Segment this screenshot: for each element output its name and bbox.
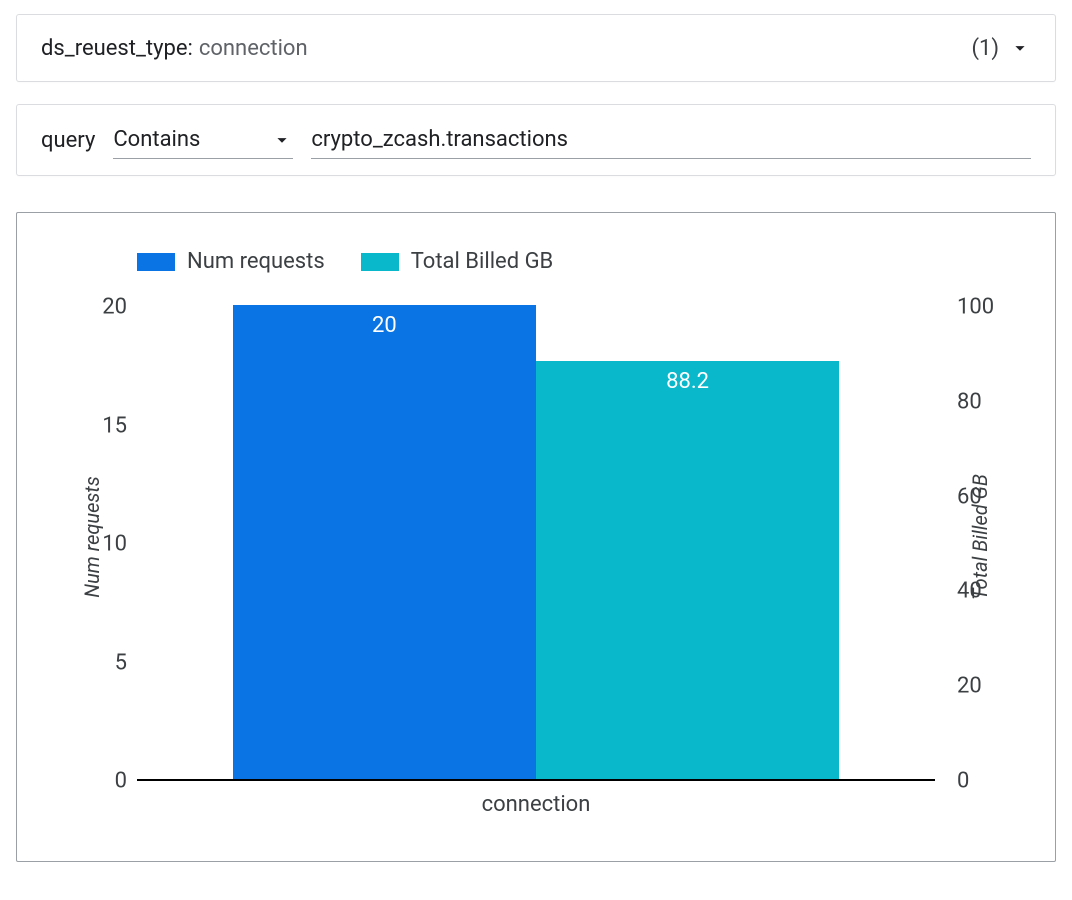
filter-chip[interactable]: ds_reuest_type: connection (1) bbox=[16, 14, 1056, 82]
y-right-tick: 100 bbox=[957, 295, 1037, 320]
filter-expression: ds_reuest_type: connection bbox=[41, 36, 308, 61]
chart-legend: Num requests Total Billed GB bbox=[137, 249, 553, 274]
bar-num-requests[interactable]: 20 bbox=[233, 305, 536, 779]
y-right-tick: 0 bbox=[957, 769, 1037, 794]
bar-value-label: 88.2 bbox=[536, 369, 839, 394]
y-axis-left-label: Num requests bbox=[80, 476, 104, 598]
query-filter-row: query Contains crypto_zcash.transactions bbox=[16, 104, 1056, 176]
filter-key: ds_reuest_type: bbox=[41, 36, 193, 61]
legend-swatch bbox=[137, 253, 175, 271]
chevron-down-icon bbox=[1009, 37, 1031, 59]
y-right-tick: 20 bbox=[957, 674, 1037, 699]
query-value-input[interactable]: crypto_zcash.transactions bbox=[311, 121, 1031, 159]
query-operator-select[interactable]: Contains bbox=[113, 121, 293, 159]
y-right-tick: 80 bbox=[957, 389, 1037, 414]
legend-item-total-billed-gb[interactable]: Total Billed GB bbox=[361, 249, 554, 274]
legend-swatch bbox=[361, 253, 399, 271]
filter-count-dropdown[interactable]: (1) bbox=[971, 36, 1031, 61]
legend-label: Total Billed GB bbox=[411, 249, 554, 274]
x-axis-line bbox=[137, 779, 935, 781]
filter-value: connection bbox=[199, 36, 308, 61]
y-left-tick: 15 bbox=[47, 413, 127, 438]
y-left-tick: 20 bbox=[47, 295, 127, 320]
legend-label: Num requests bbox=[187, 249, 325, 274]
chart-container: Num requests Total Billed GB 05101520 02… bbox=[16, 212, 1056, 862]
plot-area: 20 88.2 bbox=[137, 307, 935, 781]
bar-value-label: 20 bbox=[233, 313, 536, 338]
y-left-tick: 5 bbox=[47, 650, 127, 675]
legend-item-num-requests[interactable]: Num requests bbox=[137, 249, 325, 274]
query-operator-value: Contains bbox=[113, 127, 200, 152]
bar-total-billed-gb[interactable]: 88.2 bbox=[536, 361, 839, 779]
y-axis-right-label: Total Billed GB bbox=[968, 474, 992, 600]
filter-count: (1) bbox=[971, 36, 999, 61]
y-left-tick: 0 bbox=[47, 769, 127, 794]
query-field-label: query bbox=[41, 128, 95, 153]
x-axis-category-label: connection bbox=[137, 792, 935, 817]
chevron-down-icon bbox=[271, 129, 293, 151]
